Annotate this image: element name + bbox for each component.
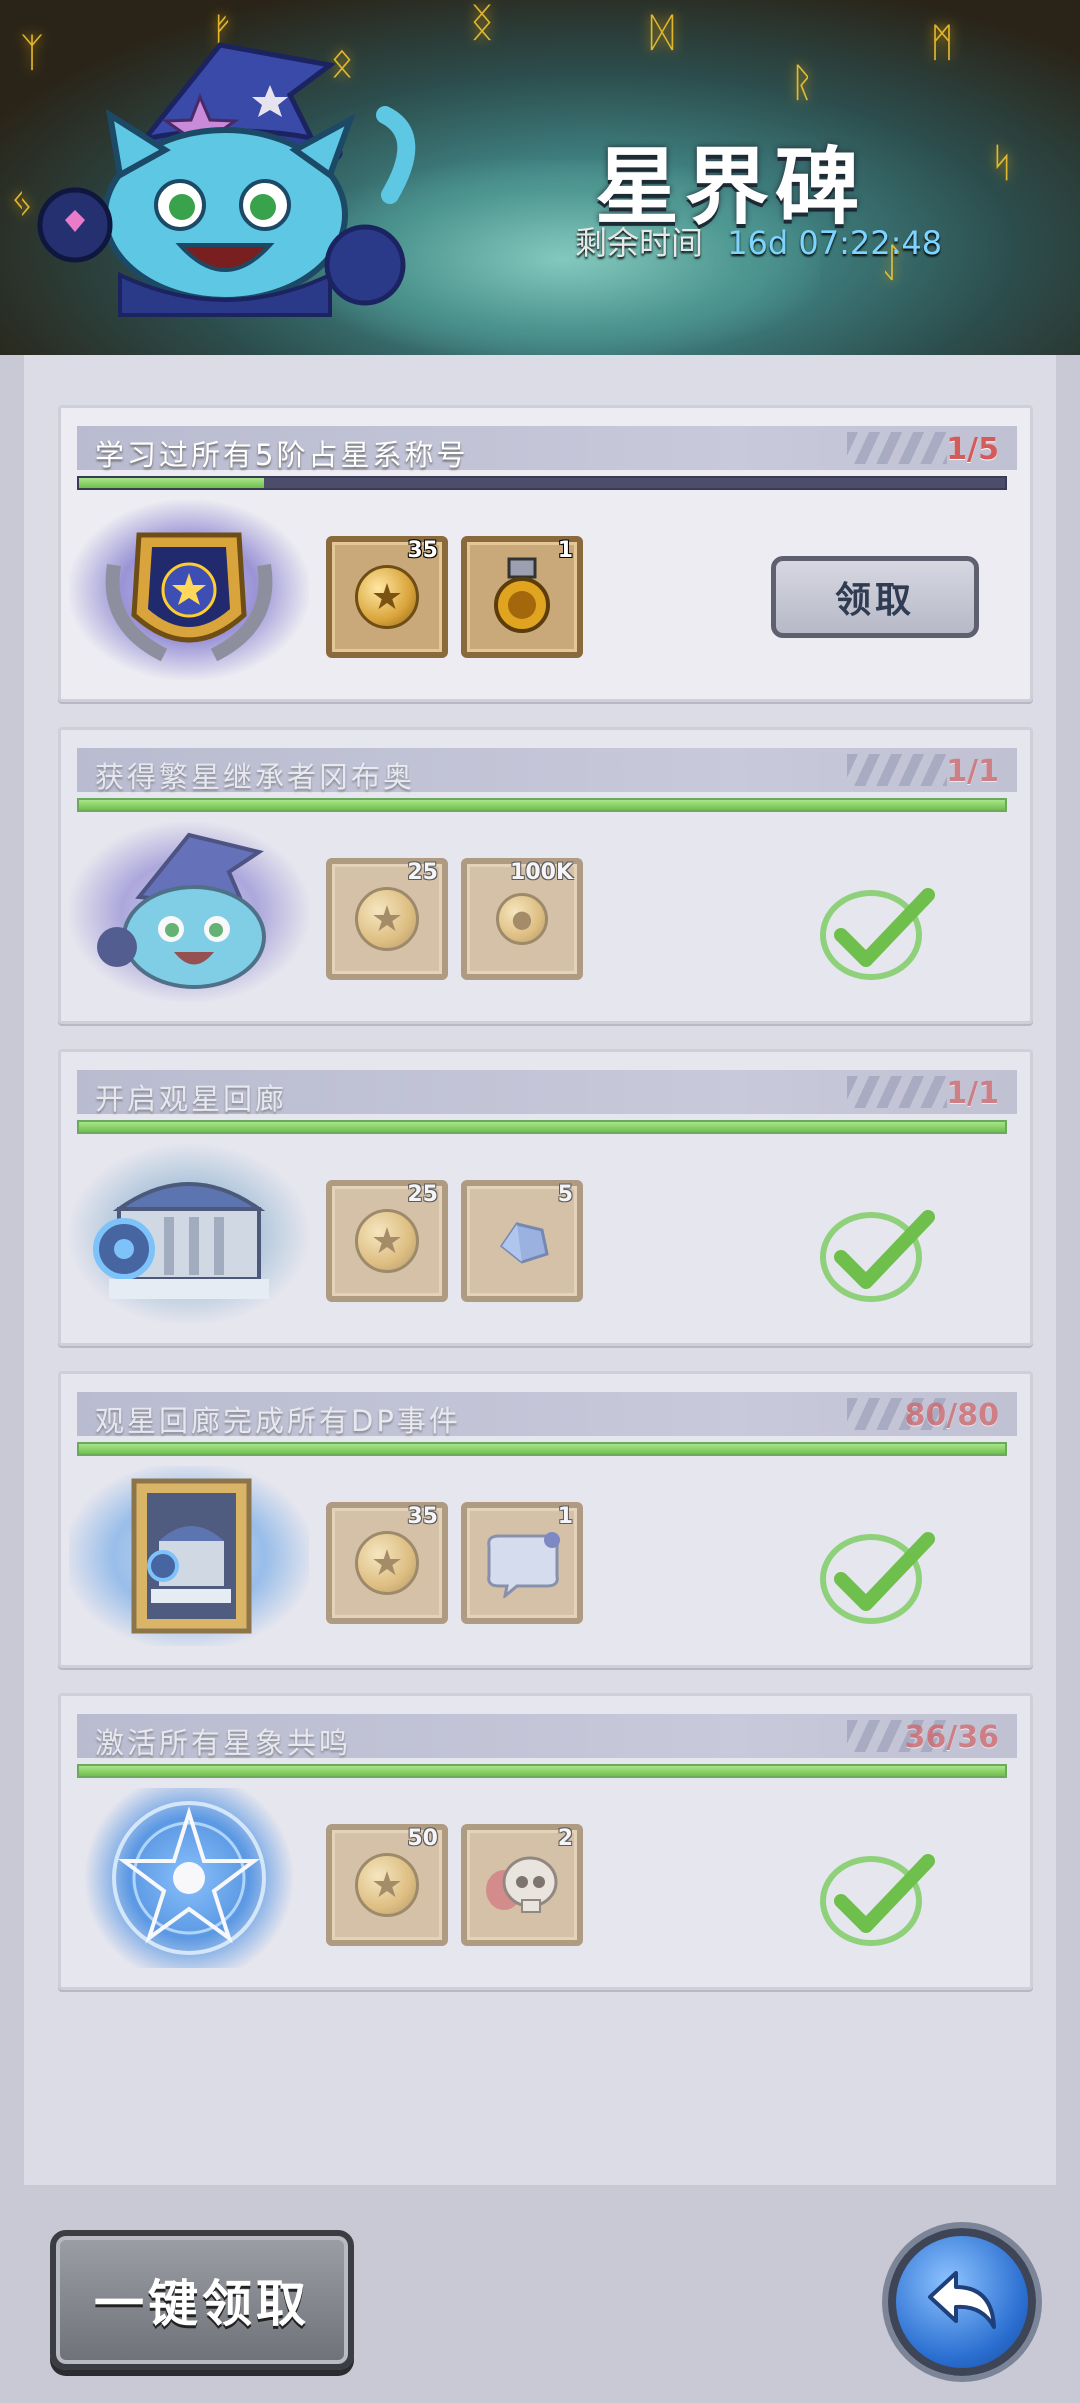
reward-count: 50 (407, 1826, 438, 1851)
task-progress-count: 80/80 (904, 1398, 999, 1433)
gold-coin-icon: ● (496, 893, 548, 945)
task-thumbnail (69, 1144, 309, 1324)
task-thumbnail (69, 1788, 309, 1968)
checkmark-icon (820, 1532, 935, 1624)
progress-bar-fill (79, 1766, 1005, 1776)
checkmark-icon (820, 888, 935, 980)
reward-slot[interactable]: ★ 25 (326, 1180, 448, 1302)
claim-all-button[interactable]: 一键领取 (50, 2230, 354, 2370)
back-button[interactable] (888, 2228, 1036, 2376)
reward-slot[interactable]: ● 100K (461, 858, 583, 980)
timer-label: 剩余时间 (575, 224, 704, 262)
claim-button[interactable]: 领取 (771, 556, 979, 638)
reward-count: 1 (557, 1504, 573, 1529)
reward-count: 35 (407, 1504, 438, 1529)
astral-badge-icon (105, 532, 273, 662)
checkmark-icon (820, 1854, 935, 1946)
task-name: 观星回廊完成所有DP事件 (95, 1404, 461, 1438)
task-name: 激活所有星象共鸣 (95, 1726, 352, 1760)
progress-bar (77, 798, 1007, 812)
task-card: 观星回廊完成所有DP事件 80/80 ★ 35 1 (58, 1371, 1033, 1668)
progress-bar (77, 476, 1007, 490)
reward-count: 5 (557, 1182, 573, 1207)
wizard-cat-portrait-icon (97, 832, 266, 989)
timer-value: 16d 07:22:48 (727, 224, 943, 262)
skull-icon (486, 1856, 558, 1913)
glowing-rune-icon: ᛋ (990, 140, 1014, 186)
task-name: 开启观星回廊 (95, 1082, 288, 1116)
star-coin-icon: ★ (355, 1209, 419, 1273)
glowing-rune-icon: ᛝ (470, 0, 494, 46)
task-card: 学习过所有5阶占星系称号 1/5 ★ 35 1 领取 (58, 405, 1033, 702)
reward-count: 25 (407, 1182, 438, 1207)
reward-slot[interactable]: 1 (461, 536, 583, 658)
task-progress-count: 1/1 (946, 754, 999, 789)
star-sigil-icon (112, 1801, 266, 1955)
progress-bar (77, 1120, 1007, 1134)
reward-slot[interactable]: ★ 25 (326, 858, 448, 980)
star-gallery-building-icon (93, 1182, 269, 1299)
star-coin-icon: ★ (355, 1531, 419, 1595)
progress-bar (77, 1442, 1007, 1456)
decorative-stripes (847, 754, 947, 786)
checkmark-icon (820, 1210, 935, 1302)
star-coin-icon: ★ (355, 565, 419, 629)
crystal-icon (499, 1222, 549, 1264)
task-header: 观星回廊完成所有DP事件 80/80 (77, 1392, 1017, 1438)
wizard-cat-mascot-icon (37, 42, 416, 317)
progress-bar (77, 1764, 1007, 1778)
progress-bar-fill (79, 1122, 1005, 1132)
star-coin-icon: ★ (355, 887, 419, 951)
framed-picture-icon (131, 1478, 252, 1634)
task-header: 获得繁星继承者冈布奥 1/1 (77, 748, 1017, 794)
event-banner: ᛉ ᚠ ᛟ ᛝ ᛞ ᚱ ᛗ ᛋ ᛇ ᛃ 星界碑 剩余时间 16d 07:22:4… (0, 0, 1080, 355)
task-thumbnail (69, 1466, 309, 1646)
task-header: 学习过所有5阶占星系称号 1/5 (77, 426, 1017, 472)
progress-bar-fill (79, 800, 1005, 810)
task-thumbnail (69, 500, 309, 680)
reward-slot[interactable]: ★ 35 (326, 1502, 448, 1624)
glowing-rune-icon: ᛗ (930, 20, 954, 66)
task-card: 获得繁星继承者冈布奥 1/1 ★ 25 ● 100K (58, 727, 1033, 1024)
task-progress-count: 1/1 (946, 1076, 999, 1111)
task-card: 开启观星回廊 1/1 ★ 25 5 (58, 1049, 1033, 1346)
star-coin-icon: ★ (355, 1853, 419, 1917)
task-thumbnail (69, 822, 309, 1002)
back-arrow-icon (928, 2271, 996, 2329)
task-card: 激活所有星象共鸣 36/36 ★ 50 2 (58, 1693, 1033, 1990)
progress-bar-fill (79, 478, 265, 488)
task-name: 获得繁星继承者冈布奥 (95, 760, 416, 794)
task-progress-count: 36/36 (904, 1720, 999, 1755)
medal-icon (494, 557, 550, 633)
reward-slot[interactable]: 1 (461, 1502, 583, 1624)
task-name: 学习过所有5阶占星系称号 (95, 438, 469, 472)
reward-slot[interactable]: ★ 35 (326, 536, 448, 658)
reward-count: 1 (557, 538, 573, 563)
reward-slot[interactable]: ★ 50 (326, 1824, 448, 1946)
reward-count: 35 (407, 538, 438, 563)
reward-slot[interactable]: 5 (461, 1180, 583, 1302)
task-header: 激活所有星象共鸣 36/36 (77, 1714, 1017, 1760)
task-header: 开启观星回廊 1/1 (77, 1070, 1017, 1116)
progress-bar-fill (79, 1444, 1005, 1454)
reward-count: 2 (557, 1826, 573, 1851)
glowing-rune-icon: ᛞ (650, 10, 674, 56)
decorative-stripes (847, 432, 947, 464)
reward-slot[interactable]: 2 (461, 1824, 583, 1946)
decorative-stripes (847, 1076, 947, 1108)
glowing-rune-icon: ᚱ (790, 60, 814, 106)
reward-count: 25 (407, 860, 438, 885)
countdown-timer: 剩余时间 16d 07:22:48 (575, 218, 942, 264)
speech-bubble-frame-icon (487, 1532, 560, 1598)
reward-count: 100K (510, 860, 573, 885)
task-progress-count: 1/5 (946, 432, 999, 467)
